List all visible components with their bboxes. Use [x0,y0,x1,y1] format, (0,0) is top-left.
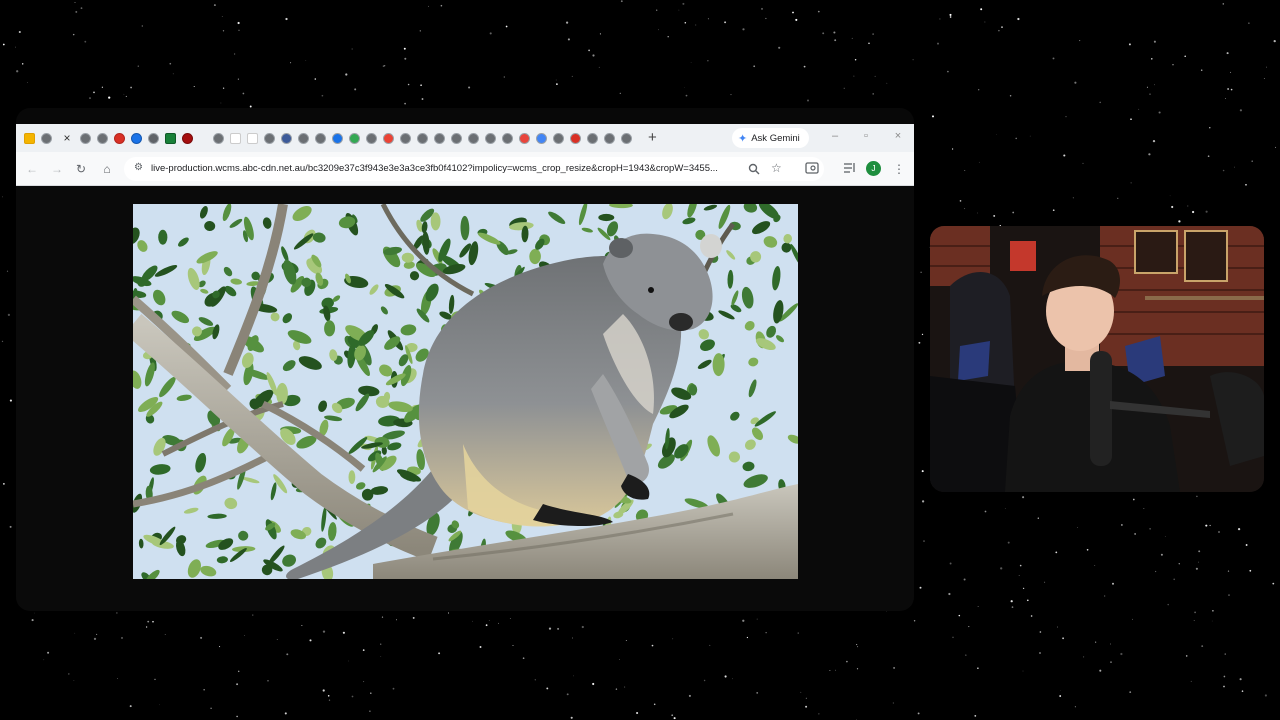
url-text[interactable]: live-production.wcms.abc-cdn.net.au/bc32… [151,163,741,174]
site-info-icon[interactable]: ⚙ [134,162,143,173]
webcam-overlay [930,226,1264,492]
tab-favicon-icon[interactable] [485,132,496,144]
forward-icon[interactable]: → [49,161,65,177]
tab-favicon-icon[interactable] [182,132,193,144]
zoom-icon[interactable] [748,163,760,175]
back-icon[interactable]: ← [24,161,40,177]
tab-favicon-icon[interactable] [24,132,35,144]
tab-favicon-icon[interactable] [247,132,258,144]
tab-favicon-icon[interactable] [349,132,360,144]
tab-strip: × + ✦ Ask Gemini – ▫ × [16,124,914,152]
tab-favicon-icon[interactable] [213,132,224,144]
tab-favicon-icon[interactable] [451,132,462,144]
tab-favicon-icon[interactable] [97,132,108,144]
tab-favicon-icon[interactable] [114,132,125,144]
gemini-sparkle-icon: ✦ [738,132,748,145]
bookmark-star-icon[interactable]: ☆ [771,161,782,175]
tab-favicon-icon[interactable] [519,132,530,144]
tab-favicon-icon[interactable] [434,132,445,144]
tab-favicon-icon[interactable] [502,132,513,144]
home-icon[interactable]: ⌂ [99,161,115,177]
minimize-button[interactable]: – [828,130,842,142]
tab-favicon-icon[interactable] [332,132,343,144]
tab-favicon-icon[interactable] [536,132,547,144]
tab-favicon-icon[interactable] [604,132,615,144]
tab-favicon-icon[interactable] [570,132,581,144]
tab-favicon-icon[interactable] [553,132,564,144]
more-menu-icon[interactable]: ⋮ [891,161,907,177]
browser-window: × + ✦ Ask Gemini – ▫ × ← → ↻ ⌂ ⚙ live-pr… [16,108,914,611]
tab-favicon-icon[interactable] [80,132,91,144]
ask-gemini-button[interactable]: ✦ Ask Gemini [732,128,809,148]
tab-favicon-icon[interactable] [41,132,52,144]
address-toolbar: ← → ↻ ⌂ ⚙ live-production.wcms.abc-cdn.n… [16,152,914,186]
restore-button[interactable]: ▫ [859,130,873,142]
tab-favicon-icon[interactable] [417,132,428,144]
tab-favicon-icon[interactable] [587,132,598,144]
close-window-button[interactable]: × [891,130,905,142]
tab-favicon-icon[interactable] [281,132,292,144]
tab-favicon-icon[interactable] [383,132,394,144]
reload-icon[interactable]: ↻ [73,161,89,177]
close-icon[interactable]: × [60,131,74,145]
tab-favicon-icon[interactable] [315,132,326,144]
tab-favicon-icon[interactable] [230,132,241,144]
address-bar[interactable]: ⚙ live-production.wcms.abc-cdn.net.au/bc… [124,157,824,181]
tab-favicon-icon[interactable] [165,132,176,144]
tab-favicon-icon[interactable] [298,132,309,144]
page-viewport [16,186,914,611]
ask-gemini-label: Ask Gemini [751,132,800,144]
new-tab-icon[interactable]: + [648,130,657,145]
tab-favicon-icon[interactable] [131,132,142,144]
tab-favicon-icon[interactable] [468,132,479,144]
tab-favicon-icon[interactable] [366,132,377,144]
tree-kangaroo-photo [133,204,798,579]
tab-favicon-icon[interactable] [264,132,275,144]
profile-avatar[interactable]: J [866,161,881,176]
lens-search-icon[interactable] [804,162,820,174]
tab-favicon-icon[interactable] [400,132,411,144]
tab-favicon-icon[interactable] [621,132,632,144]
media-controls-icon[interactable] [842,163,858,173]
tab-favicon-icon[interactable] [148,132,159,144]
